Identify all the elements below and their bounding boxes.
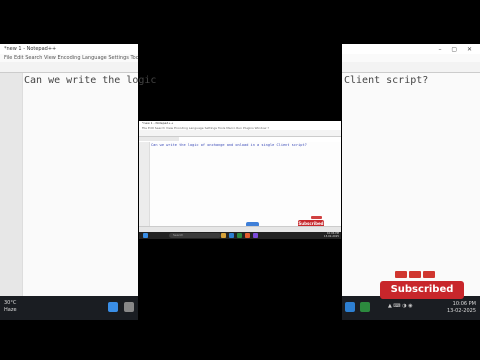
- weather-widget[interactable]: 30°C Haze: [4, 300, 17, 314]
- clock-date: 13-02-2025: [446, 308, 476, 314]
- code-text: Can we write the logic: [24, 75, 157, 86]
- left-taskbar: 30°C Haze: [0, 296, 138, 320]
- right-taskbar: ▲ ⌨ ◑ ◉ 10:06 PM 13-02-2025: [342, 296, 480, 320]
- taskbar-search[interactable]: Search: [169, 233, 221, 238]
- app-icon[interactable]: [253, 233, 258, 238]
- weather-desc: Haze: [4, 307, 17, 313]
- menu-bar[interactable]: File Edit Search View Encoding Language …: [0, 54, 138, 62]
- app-icon[interactable]: [345, 302, 355, 312]
- browser-icon[interactable]: [229, 233, 234, 238]
- toolbar: [139, 130, 341, 137]
- left-zoomed-editor: *new 1 - Notepad++ File Edit Search View…: [0, 44, 156, 320]
- system-tray-icons[interactable]: ▲ ⌨ ◑ ◉: [388, 303, 413, 309]
- line-number-gutter: [139, 142, 150, 227]
- code-text: Client script?: [344, 75, 429, 86]
- tab-new-1[interactable]: [139, 137, 179, 141]
- right-zoomed-editor: – ▢ ✕ Client script?: [342, 44, 480, 320]
- clock-date: 13-02-2025: [323, 234, 339, 238]
- clock[interactable]: 10:06 PM 13-02-2025: [323, 232, 339, 239]
- taskbar: Search 10:06 PM 13-02-2025: [139, 232, 341, 239]
- toolbar: [342, 62, 480, 73]
- editor-area[interactable]: Can we write the logic: [0, 73, 156, 312]
- menu-bar[interactable]: [342, 54, 480, 62]
- search-icon[interactable]: [124, 302, 134, 312]
- start-icon[interactable]: [143, 233, 148, 238]
- subscribed-button[interactable]: Subscribed: [380, 281, 464, 299]
- subscribe-notification-icons: [395, 271, 435, 278]
- toolbar: [0, 62, 138, 73]
- code-text: Can we write the logic of onchange and o…: [151, 143, 307, 147]
- line-number-gutter: [0, 73, 23, 312]
- center-screen: *new 1 - Notepad++ File Edit Search View…: [139, 121, 341, 239]
- clock[interactable]: 10:06 PM 13-02-2025: [447, 301, 476, 315]
- start-icon[interactable]: [108, 302, 118, 312]
- app-icon[interactable]: [360, 302, 370, 312]
- file-explorer-icon[interactable]: [221, 233, 226, 238]
- weather-temp: 30°C: [4, 300, 17, 306]
- subscribe-notification-icons: [311, 216, 322, 219]
- app-icon[interactable]: [245, 233, 250, 238]
- clock-time: 10:06 PM: [452, 301, 476, 307]
- notepadpp-icon[interactable]: [237, 233, 242, 238]
- editor-area[interactable]: Can we write the logic of onchange and o…: [139, 142, 341, 227]
